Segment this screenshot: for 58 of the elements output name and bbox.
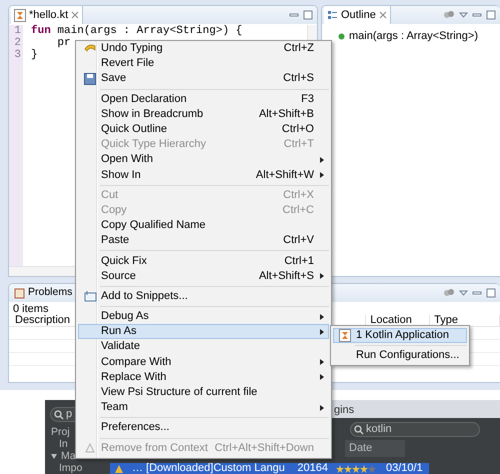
search-icon: [354, 424, 364, 434]
menu-item[interactable]: Undo Typing Ctrl+Z: [78, 41, 329, 56]
tree-item[interactable]: Proj: [51, 427, 70, 438]
view-menu-icon[interactable]: [459, 289, 468, 297]
close-icon[interactable]: [71, 11, 80, 19]
tree-item[interactable]: In: [59, 439, 68, 450]
menu-item[interactable]: Open With: [78, 152, 329, 168]
line-number: 3: [13, 49, 21, 61]
problems-summary: 0 items: [13, 303, 48, 315]
menu-item[interactable]: Quick Fix Ctrl+1: [78, 253, 329, 269]
outline-item[interactable]: main(args : Array<String>): [349, 28, 478, 44]
menu-item[interactable]: Compare With: [78, 354, 329, 370]
maximize-icon[interactable]: [486, 10, 496, 20]
code-line: }: [31, 49, 38, 61]
menu-item[interactable]: Validate: [78, 339, 329, 355]
tree-item[interactable]: Ma: [61, 451, 76, 462]
menu-item[interactable]: Save Ctrl+S: [78, 71, 329, 87]
menu-item[interactable]: View Psi Structure of current file: [78, 384, 329, 400]
search-field[interactable]: kotlin: [350, 422, 480, 437]
menu-item[interactable]: Paste Ctrl+V: [78, 233, 329, 248]
line-number: 2: [13, 37, 21, 49]
menu-item[interactable]: Copy Qualified Name: [78, 218, 329, 234]
maximize-icon[interactable]: [303, 10, 313, 20]
plugin-row[interactable]: … [Downloaded]Custom Langu 20164: [110, 463, 380, 474]
close-icon[interactable]: [378, 11, 387, 19]
menu-item[interactable]: Open Declaration F3: [78, 92, 329, 107]
menu-item[interactable]: Source Alt+Shift+S: [78, 268, 329, 284]
column-header[interactable]: Date: [345, 440, 405, 456]
problems-tab[interactable]: Problems: [11, 284, 76, 302]
menu-item[interactable]: Replace With: [78, 370, 329, 385]
plugin-date: 03/10/1: [380, 463, 429, 474]
menu-item[interactable]: Run As: [78, 324, 329, 340]
dialog-title: gins: [334, 404, 354, 416]
outline-icon: [327, 10, 338, 20]
menu-item[interactable]: Run Configurations...: [333, 348, 467, 364]
code-line: pr: [56, 37, 71, 49]
outline-tab[interactable]: Outline: [324, 6, 391, 24]
menu-item[interactable]: Debug As: [78, 309, 329, 324]
problems-icon: [14, 288, 25, 298]
menu-item[interactable]: 1 Kotlin Application: [333, 328, 467, 344]
sync-icon[interactable]: [443, 288, 455, 298]
editor-tab[interactable]: *hello.kt: [11, 6, 84, 24]
code-line: fun main(args : Array<String>) {: [31, 25, 242, 37]
maximize-icon[interactable]: [486, 288, 496, 298]
search-icon: [54, 410, 64, 420]
sync-icon[interactable]: [443, 10, 455, 20]
menu-item[interactable]: Add to Snippets...: [78, 288, 329, 304]
view-menu-icon[interactable]: [459, 11, 468, 19]
line-number: 1: [13, 25, 21, 37]
menu-item[interactable]: Revert File: [78, 56, 329, 72]
tree-item[interactable]: Impo: [59, 463, 82, 474]
menu-item[interactable]: Preferences...: [78, 420, 329, 436]
method-icon: [338, 32, 345, 40]
menu-item[interactable]: Quick Outline Ctrl+O: [78, 122, 329, 138]
save-icon: [84, 72, 96, 85]
menu-item[interactable]: Show in Breadcrumb Alt+Shift+B: [78, 106, 329, 122]
expand-icon[interactable]: [51, 454, 57, 459]
menu-item[interactable]: Show In Alt+Shift+W: [78, 168, 329, 183]
